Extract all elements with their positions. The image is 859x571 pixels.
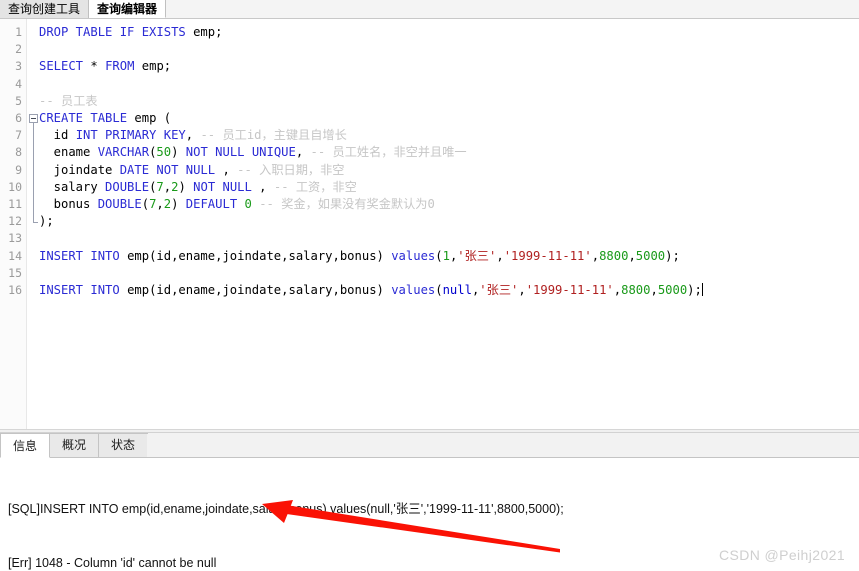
line-number: 16 xyxy=(8,283,22,297)
tab-status[interactable]: 状态 xyxy=(98,433,149,457)
line-content: DROP TABLE IF EXISTS emp; xyxy=(39,25,223,39)
code-lines-container: 1 DROP TABLE IF EXISTS emp; 2 3 SELECT *… xyxy=(0,19,859,429)
code-line: 8 ename VARCHAR(50) NOT NULL UNIQUE, -- … xyxy=(0,144,859,161)
code-line: 13 xyxy=(0,230,859,247)
line-content: INSERT INTO emp(id,ename,joindate,salary… xyxy=(39,248,680,263)
line-content: SELECT * FROM emp; xyxy=(39,59,172,74)
line-content: salary DOUBLE(7,2) NOT NULL , -- 工资，非空 xyxy=(39,179,357,194)
line-number: 5 xyxy=(15,93,22,108)
tab-query-editor[interactable]: 查询编辑器 xyxy=(89,0,167,18)
code-line: 11 bonus DOUBLE(7,2) DEFAULT 0 -- 奖金，如果没… xyxy=(0,196,859,213)
csdn-watermark: CSDN @Peihj2021 xyxy=(718,547,845,563)
code-line: 12 ); xyxy=(0,213,859,230)
line-content: ename VARCHAR(50) NOT NULL UNIQUE, -- 员工… xyxy=(39,145,467,160)
line-content: bonus DOUBLE(7,2) DEFAULT 0 -- 奖金，如果没有奖金… xyxy=(39,197,435,211)
tab-profile[interactable]: 概况 xyxy=(49,433,100,457)
result-tab-strip: 信息 概况 状态 xyxy=(0,433,859,458)
line-content: ); xyxy=(39,214,54,229)
line-content: INSERT INTO emp(id,ename,joindate,salary… xyxy=(39,283,703,297)
line-content: joindate DATE NOT NULL , -- 入职日期，非空 xyxy=(39,162,345,177)
line-content: -- 员工表 xyxy=(39,93,98,108)
code-line: 10 salary DOUBLE(7,2) NOT NULL , -- 工资，非… xyxy=(0,179,859,196)
tab-strip-filler xyxy=(166,0,859,18)
code-line: 6 CREATE TABLE emp ( xyxy=(0,110,859,127)
code-line: 4 xyxy=(0,76,859,93)
line-number: 14 xyxy=(8,248,22,263)
line-number: 13 xyxy=(8,231,22,246)
editor-tab-strip: 查询创建工具 查询编辑器 xyxy=(0,0,859,19)
line-number: 6 xyxy=(15,111,22,125)
code-line: 16 INSERT INTO emp(id,ename,joindate,sal… xyxy=(0,282,859,299)
output-sql-line: [SQL]INSERT INTO emp(id,ename,joindate,s… xyxy=(8,502,564,516)
result-tab-strip-filler xyxy=(147,434,859,458)
code-line: 1 DROP TABLE IF EXISTS emp; xyxy=(0,24,859,41)
code-line: 2 xyxy=(0,41,859,58)
line-content: CREATE TABLE emp ( xyxy=(39,111,172,125)
line-number: 15 xyxy=(8,265,22,280)
line-number: 12 xyxy=(8,214,22,229)
code-line: 9 joindate DATE NOT NULL , -- 入职日期，非空 xyxy=(0,162,859,179)
sql-code-editor[interactable]: 1 DROP TABLE IF EXISTS emp; 2 3 SELECT *… xyxy=(0,19,859,429)
sql-editor-window: 查询创建工具 查询编辑器 1 DROP TABLE IF EXISTS emp;… xyxy=(0,0,859,571)
code-line: 14 INSERT INTO emp(id,ename,joindate,sal… xyxy=(0,248,859,265)
line-number: 1 xyxy=(15,25,22,39)
code-line: 3 SELECT * FROM emp; xyxy=(0,58,859,75)
line-number: 9 xyxy=(15,162,22,177)
code-line: 15 xyxy=(0,265,859,282)
tab-query-builder[interactable]: 查询创建工具 xyxy=(0,0,90,18)
line-number: 8 xyxy=(15,145,22,160)
line-number: 10 xyxy=(8,179,22,194)
tab-info[interactable]: 信息 xyxy=(0,433,51,458)
line-number: 11 xyxy=(8,197,22,211)
line-number: 2 xyxy=(15,42,22,57)
line-number: 3 xyxy=(15,59,22,74)
code-line: 5 -- 员工表 xyxy=(0,93,859,110)
line-number: 4 xyxy=(15,76,22,91)
code-line: 7 id INT PRIMARY KEY, -- 员工id，主键且自增长 xyxy=(0,127,859,144)
line-content: id INT PRIMARY KEY, -- 员工id，主键且自增长 xyxy=(39,128,347,143)
line-number: 7 xyxy=(15,128,22,143)
text-caret xyxy=(701,283,703,296)
